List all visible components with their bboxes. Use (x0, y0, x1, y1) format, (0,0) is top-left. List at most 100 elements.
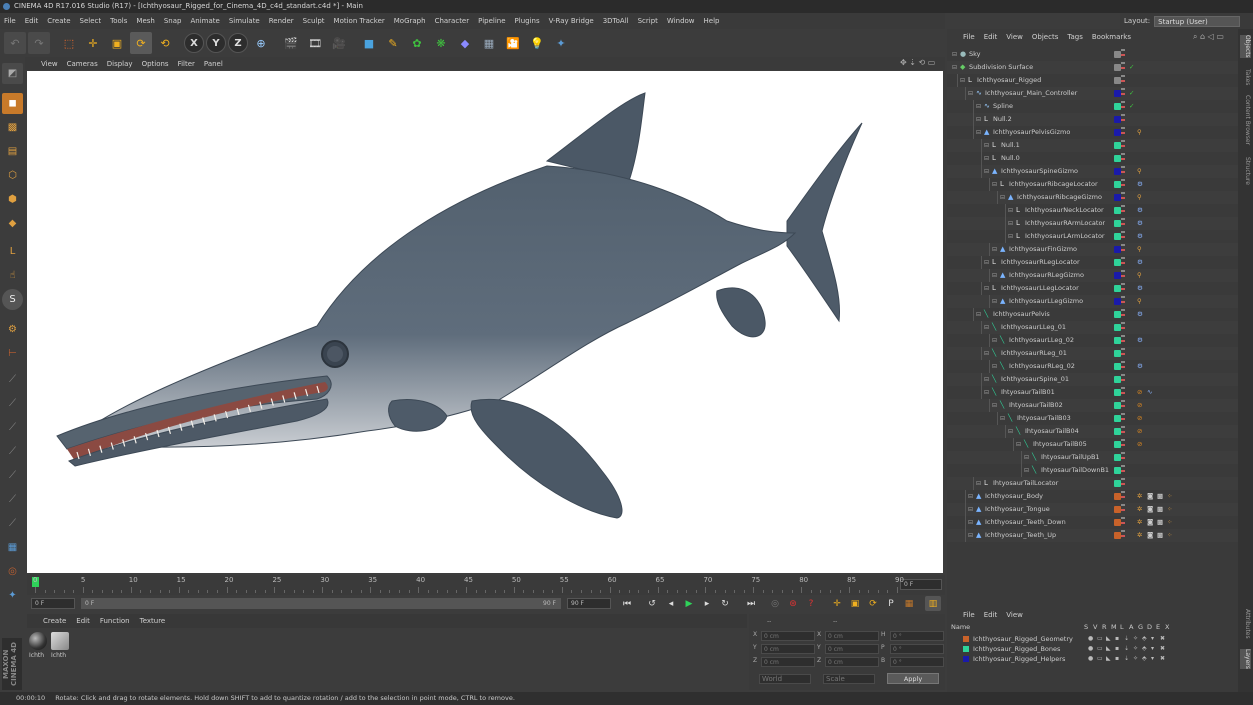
points-mode-icon[interactable]: ⬡ (2, 165, 23, 186)
visibility-dots[interactable] (1121, 114, 1125, 125)
floor-icon[interactable]: ▦ (478, 32, 500, 54)
layer-toggle-icon[interactable]: ● (1088, 644, 1093, 654)
layer-toggle-icon[interactable]: ⬘ (1142, 634, 1147, 644)
object-row[interactable]: ⊟ ∿ Ichthyosaur_Main_Controller ✓ (947, 87, 1238, 100)
object-name[interactable]: IchthyosaurPelvis (993, 308, 1050, 321)
python-icon[interactable]: ✦ (550, 32, 572, 54)
object-row[interactable]: ⊟ ╲ IhtyosaurTailUpB1 (947, 451, 1238, 464)
visibility-dots[interactable] (1121, 426, 1125, 437)
visibility-dots[interactable] (1121, 62, 1125, 73)
weight-tag-icon[interactable]: ⁘ (1167, 516, 1172, 529)
menu-plugins[interactable]: Plugins (515, 17, 540, 25)
visibility-dots[interactable] (1121, 166, 1125, 177)
object-name[interactable]: IhtyosaurTailB05 (1033, 438, 1087, 451)
camera-icon[interactable]: 🎦 (502, 32, 524, 54)
coordinate-system-icon[interactable]: ⊕ (250, 32, 272, 54)
viewport-menu-cameras[interactable]: Cameras (67, 60, 98, 68)
layer-row[interactable]: Ichthyosaur_Rigged_Helpers ● ▭ ◣ ▪ ⇣ ✧ ⬘ ▾ ✖ (947, 654, 1238, 664)
object-expand-icon[interactable]: ⊟ (984, 256, 989, 269)
object-expand-icon[interactable]: ⊟ (1008, 230, 1013, 243)
subdivision-icon[interactable]: ✿ (406, 32, 428, 54)
layer-column-header[interactable]: Name (951, 623, 970, 631)
layout-dropdown[interactable]: Startup (User) (1154, 15, 1241, 27)
model-mode-icon[interactable]: ◼ (2, 93, 23, 114)
object-expand-icon[interactable]: ⊟ (992, 399, 997, 412)
layer-color-swatch[interactable] (1114, 428, 1121, 435)
constraint-tag-icon[interactable]: ⚙ (1137, 282, 1143, 295)
object-row[interactable]: ⊟ ╲ IchthyosaurRLeg_02 ⚙ (947, 360, 1238, 373)
object-expand-icon[interactable]: ⊟ (992, 295, 997, 308)
layer-toggle-icon[interactable]: ● (1088, 654, 1093, 664)
visibility-dots[interactable] (1121, 296, 1125, 307)
x-axis-lock-icon[interactable]: X (184, 33, 204, 53)
enabled-check-icon[interactable]: ✓ (1129, 100, 1134, 113)
object-row[interactable]: ⊟ ╲ IhtyosaurTailB02 ⊘ (947, 399, 1238, 412)
layer-color-swatch[interactable] (1114, 480, 1121, 487)
object-expand-icon[interactable]: ⊟ (984, 152, 989, 165)
viewport-menu-view[interactable]: View (41, 60, 58, 68)
deformer-icon[interactable]: ◆ (454, 32, 476, 54)
object-manager-search-icon[interactable]: ⌕ ⌂ ◁ ▭ (1193, 32, 1224, 42)
snap-icon[interactable]: S (2, 289, 23, 310)
enabled-check-icon[interactable]: ✓ (1129, 87, 1134, 100)
layer-color-swatch[interactable] (1114, 142, 1121, 149)
object-expand-icon[interactable]: ⊟ (1024, 464, 1029, 477)
coord-rot-field[interactable]: 0 ° (890, 657, 944, 667)
menu-help[interactable]: Help (704, 17, 720, 25)
scale-icon[interactable]: ▣ (106, 32, 128, 54)
visibility-dots[interactable] (1121, 348, 1125, 359)
cube-icon[interactable]: ■ (358, 32, 380, 54)
uvw-tag-icon[interactable]: ▩ (1157, 503, 1163, 516)
object-name[interactable]: Null.1 (1001, 139, 1020, 152)
protection-tag-icon[interactable]: ⊘ (1137, 386, 1142, 399)
object-name[interactable]: IchthyosaurLArmLocator (1025, 230, 1105, 243)
object-expand-icon[interactable]: ⊟ (976, 477, 981, 490)
layer-color-swatch[interactable] (1114, 350, 1121, 357)
visibility-dots[interactable] (1121, 413, 1125, 424)
layer-toggle-icon[interactable]: ▭ (1097, 644, 1103, 654)
next-frame-icon[interactable]: ▸ (699, 596, 715, 611)
layer-toggle-icon[interactable]: ▾ (1151, 634, 1154, 644)
visibility-dots[interactable] (1121, 244, 1125, 255)
object-row[interactable]: ⊟ ╲ IchthyosaurSpine_01 (947, 373, 1238, 386)
go-to-start-icon[interactable]: ⏮ (619, 596, 635, 611)
material-swatch-2[interactable]: Ichth (51, 632, 71, 672)
ik-tag-icon[interactable]: ⚲ (1137, 191, 1142, 204)
layer-toggle-icon[interactable]: ◣ (1106, 644, 1111, 654)
layer-color-swatch[interactable] (1114, 155, 1121, 162)
object-expand-icon[interactable]: ⊟ (976, 308, 981, 321)
tool-f-icon[interactable]: ⟋ (2, 489, 23, 510)
object-menu-tags[interactable]: Tags (1067, 33, 1083, 41)
object-name[interactable]: Ichthyosaur_Teeth_Down (985, 516, 1066, 529)
object-row[interactable]: ⊟ L IchthyosaurRArmLocator ⚙ (947, 217, 1238, 230)
visibility-dots[interactable] (1121, 270, 1125, 281)
object-expand-icon[interactable]: ⊟ (1016, 438, 1021, 451)
layer-color-swatch[interactable] (1114, 272, 1121, 279)
constraint-tag-icon[interactable]: ⚙ (1137, 217, 1143, 230)
material-swatch-1[interactable]: Ichth (29, 632, 49, 672)
constraint-tag-icon[interactable]: ⚙ (1137, 178, 1143, 191)
end-frame-field[interactable]: 90 F (567, 598, 611, 609)
visibility-dots[interactable] (1121, 179, 1125, 190)
light-icon[interactable]: 💡 (526, 32, 548, 54)
object-name[interactable]: IchthyosaurSpineGizmo (1001, 165, 1078, 178)
object-menu-file[interactable]: File (963, 33, 975, 41)
material-menu-create[interactable]: Create (43, 617, 66, 625)
object-row[interactable]: ⊟ L IchthyosaurRibcageLocator ⚙ (947, 178, 1238, 191)
object-expand-icon[interactable]: ⊟ (984, 347, 989, 360)
menu-snap[interactable]: Snap (164, 17, 182, 25)
key-position-icon[interactable]: ✛ (829, 596, 845, 611)
material-menu-texture[interactable]: Texture (140, 617, 166, 625)
layer-color-swatch[interactable] (963, 636, 969, 642)
layer-color-swatch[interactable] (1114, 506, 1121, 513)
keyframe-selection-icon[interactable]: ? (803, 596, 819, 611)
protection-tag-icon[interactable]: ⊘ (1137, 438, 1142, 451)
z-axis-lock-icon[interactable]: Z (228, 33, 248, 53)
menu-render[interactable]: Render (269, 17, 294, 25)
visibility-dots[interactable] (1121, 517, 1125, 528)
constraint-tag-icon[interactable]: ⚙ (1137, 204, 1143, 217)
visibility-dots[interactable] (1121, 205, 1125, 216)
object-menu-objects[interactable]: Objects (1032, 33, 1058, 41)
visibility-dots[interactable] (1121, 75, 1125, 86)
object-expand-icon[interactable]: ⊟ (960, 74, 965, 87)
